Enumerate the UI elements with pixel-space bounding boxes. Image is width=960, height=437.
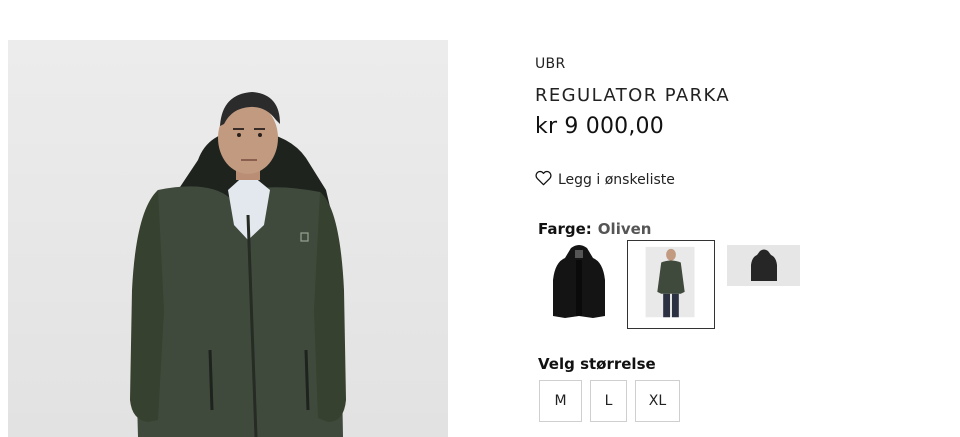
color-value: Oliven	[597, 220, 652, 238]
color-swatch-black[interactable]	[545, 240, 613, 328]
color-swatch-olive[interactable]	[627, 240, 715, 329]
product-title: REGULATOR PARKA	[535, 85, 731, 106]
size-xl-button[interactable]: XL	[635, 380, 680, 422]
color-selector-heading: Farge: Oliven	[538, 220, 651, 238]
add-to-wishlist-button[interactable]: Legg i ønskeliste	[535, 170, 675, 190]
heart-icon	[535, 170, 552, 190]
color-swatch-grey[interactable]	[727, 245, 800, 286]
swatch-grey-image	[751, 249, 777, 281]
swatch-olive-image	[645, 246, 695, 318]
brand-name[interactable]: UBR	[535, 56, 565, 72]
product-main-image[interactable]	[8, 40, 448, 437]
size-options: M L XL	[539, 380, 680, 422]
product-info: UBR REGULATOR PARKA kr 9 000,00 Legg i ø…	[535, 0, 935, 437]
size-l-button[interactable]: L	[590, 380, 627, 422]
color-label: Farge:	[538, 220, 592, 238]
wishlist-label: Legg i ønskeliste	[558, 172, 675, 188]
product-price: kr 9 000,00	[535, 114, 664, 139]
swatch-black-image	[553, 245, 605, 318]
product-photo-illustration	[130, 92, 346, 437]
size-heading: Velg størrelse	[538, 355, 656, 373]
size-m-button[interactable]: M	[539, 380, 582, 422]
